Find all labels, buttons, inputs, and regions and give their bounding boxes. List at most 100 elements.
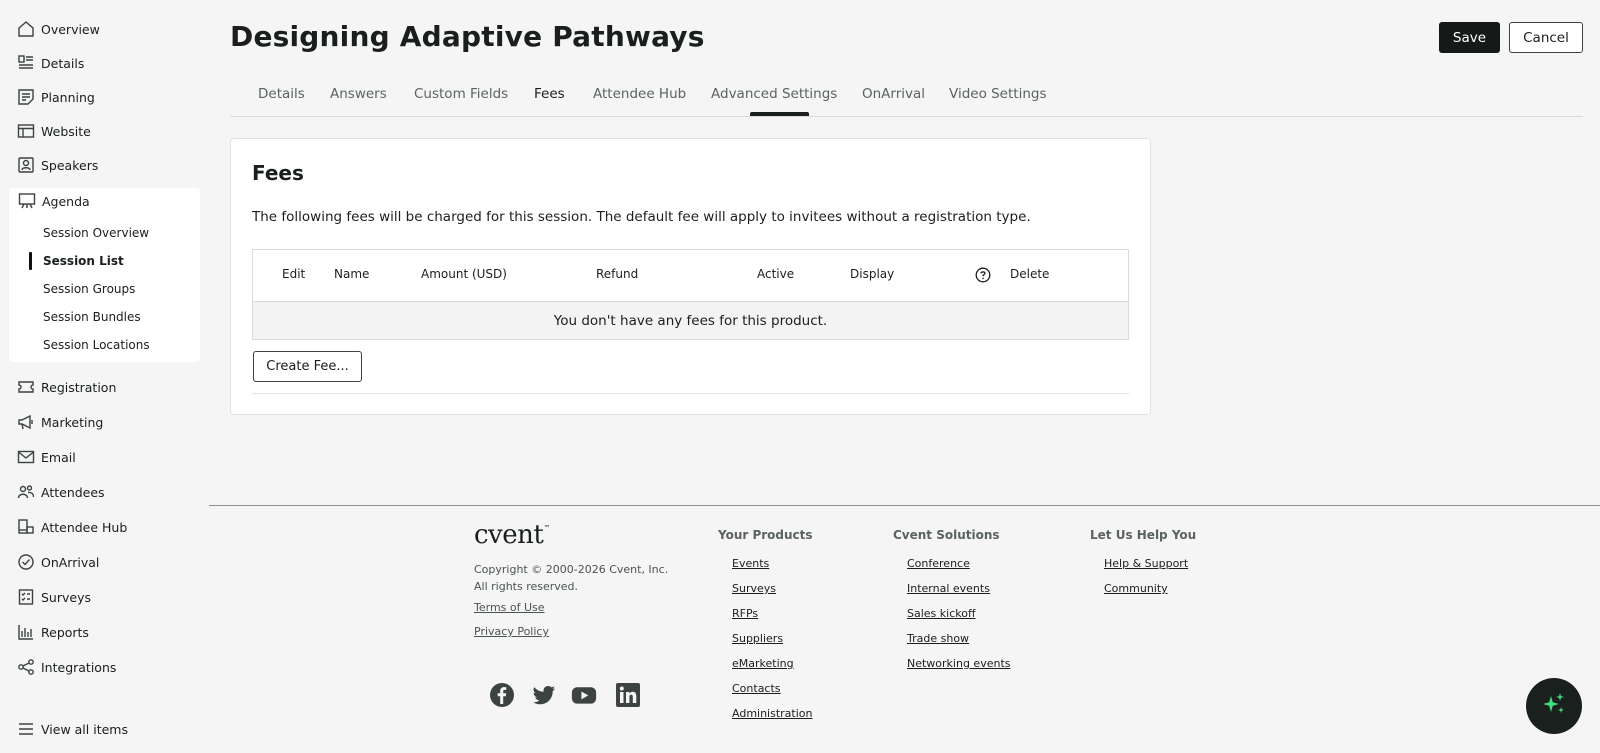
create-fee-button[interactable]: Create Fee... [253,351,362,382]
active-tab-indicator [750,112,809,116]
home-icon [17,20,35,38]
sidebar-item-label: Agenda [42,193,90,209]
footer-link-surveys[interactable]: Surveys [732,582,776,595]
footer-link-administration[interactable]: Administration [732,707,813,720]
people-icon [17,483,35,501]
tab-answers[interactable]: Answers [330,86,387,102]
column-header-display: Display [850,267,895,281]
rights-line: All rights reserved. [474,580,579,593]
logo-text: cvent [474,520,544,550]
footer-link-trade-show[interactable]: Trade show [907,632,969,645]
tab-video-settings[interactable]: Video Settings [949,86,1047,102]
footer-link-community[interactable]: Community [1104,582,1168,595]
sidebar-item-overview[interactable]: Overview [17,18,100,40]
fees-table: Edit Name Amount (USD) Refund Active Dis… [252,249,1129,340]
linkedin-icon[interactable] [615,682,641,708]
footer-link-help-support[interactable]: Help & Support [1104,557,1188,570]
tab-fees[interactable]: Fees [534,86,565,102]
tab-details[interactable]: Details [258,86,305,102]
sidebar-item-label: Integrations [41,659,117,675]
sidebar-item-integrations[interactable]: Integrations [17,656,116,678]
sidebar-item-email[interactable]: Email [17,446,76,468]
sidebar-item-label: Email [41,449,76,465]
sidebar-item-reports[interactable]: Reports [17,621,89,643]
sidebar-item-label: Planning [41,89,95,105]
speakers-icon [17,156,35,174]
divider [252,393,1129,394]
sidebar-item-onarrival[interactable]: OnArrival [17,551,99,573]
sidebar-item-label: Details [41,55,85,71]
sidebar-subitem-session-list[interactable]: Session List [43,252,124,270]
sidebar-item-label: Speakers [41,157,99,173]
footer-link-emarketing[interactable]: eMarketing [732,657,794,670]
footer-link-conference[interactable]: Conference [907,557,970,570]
sidebar-item-surveys[interactable]: Surveys [17,586,91,608]
tab-custom-fields[interactable]: Custom Fields [414,86,508,102]
sidebar-item-registration[interactable]: Registration [17,376,116,398]
mail-icon [17,448,35,466]
youtube-icon[interactable] [571,682,601,708]
website-icon [17,122,35,140]
help-icon[interactable] [975,267,991,283]
footer-link-events[interactable]: Events [732,557,769,570]
ticket-icon [17,378,35,396]
cancel-button[interactable]: Cancel [1509,22,1583,53]
logo-trademark: ™ [543,524,550,532]
footer: cvent™ Copyright © 2000-2026 Cvent, Inc.… [209,505,1600,753]
tab-bar: Details Answers Custom Fields Fees Atten… [230,84,1583,117]
planning-icon [17,88,35,106]
sidebar-item-planning[interactable]: Planning [17,86,95,108]
sidebar-item-speakers[interactable]: Speakers [17,154,98,176]
sidebar-subitem-session-bundles[interactable]: Session Bundles [43,308,141,326]
column-header-name: Name [334,267,370,281]
fees-title: Fees [252,161,304,185]
footer-link-sales-kickoff[interactable]: Sales kickoff [907,607,976,620]
sidebar-subitem-session-groups[interactable]: Session Groups [43,280,135,298]
sidebar-item-marketing[interactable]: Marketing [17,411,103,433]
column-header-active: Active [757,267,795,281]
sidebar-item-website[interactable]: Website [17,120,91,142]
sidebar-item-agenda[interactable]: Agenda [18,190,90,212]
facebook-icon[interactable] [489,682,515,708]
sidebar-item-label: Surveys [41,589,91,605]
footer-link-networking-events[interactable]: Networking events [907,657,1011,670]
column-header-refund: Refund [596,267,639,281]
sidebar-item-label: Attendee Hub [41,519,128,535]
empty-state-row: You don't have any fees for this product… [253,301,1128,339]
view-all-items-button[interactable]: View all items [17,718,128,740]
megaphone-icon [17,413,35,431]
hub-icon [17,518,35,536]
sidebar-item-label: Registration [41,379,117,395]
sidebar-item-details[interactable]: Details [17,52,84,74]
copyright: Copyright © 2000-2026 Cvent, Inc. All ri… [474,561,668,595]
footer-link-suppliers[interactable]: Suppliers [732,632,783,645]
sidebar-item-attendee-hub[interactable]: Attendee Hub [17,516,127,538]
tab-attendee-hub[interactable]: Attendee Hub [593,86,686,102]
sidebar-item-attendees[interactable]: Attendees [17,481,105,503]
menu-icon [17,720,35,738]
tab-advanced-settings[interactable]: Advanced Settings [711,86,837,102]
view-all-label: View all items [41,721,128,737]
sidebar-item-label: Marketing [41,414,104,430]
twitter-icon[interactable] [531,682,557,708]
privacy-link[interactable]: Privacy Policy [474,625,549,638]
survey-icon [17,588,35,606]
save-button[interactable]: Save [1439,22,1500,53]
sidebar-subitem-session-locations[interactable]: Session Locations [43,336,150,354]
agenda-icon [18,192,36,210]
sidebar: Overview Details Planning Website Speake… [0,0,209,753]
cvent-logo: cvent™ [474,520,550,550]
check-circle-icon [17,553,35,571]
ai-assistant-button[interactable] [1526,678,1582,734]
footer-link-internal-events[interactable]: Internal events [907,582,990,595]
fees-description: The following fees will be charged for t… [252,209,1031,225]
tab-onarrival[interactable]: OnArrival [862,86,925,102]
footer-link-contacts[interactable]: Contacts [732,682,781,695]
sidebar-item-label: Reports [41,624,89,640]
footer-link-rfps[interactable]: RFPs [732,607,758,620]
terms-link[interactable]: Terms of Use [474,601,545,614]
sidebar-item-label: OnArrival [41,554,100,570]
sidebar-subitem-session-overview[interactable]: Session Overview [43,224,149,242]
sparkle-icon [1540,690,1568,722]
share-icon [17,658,35,676]
